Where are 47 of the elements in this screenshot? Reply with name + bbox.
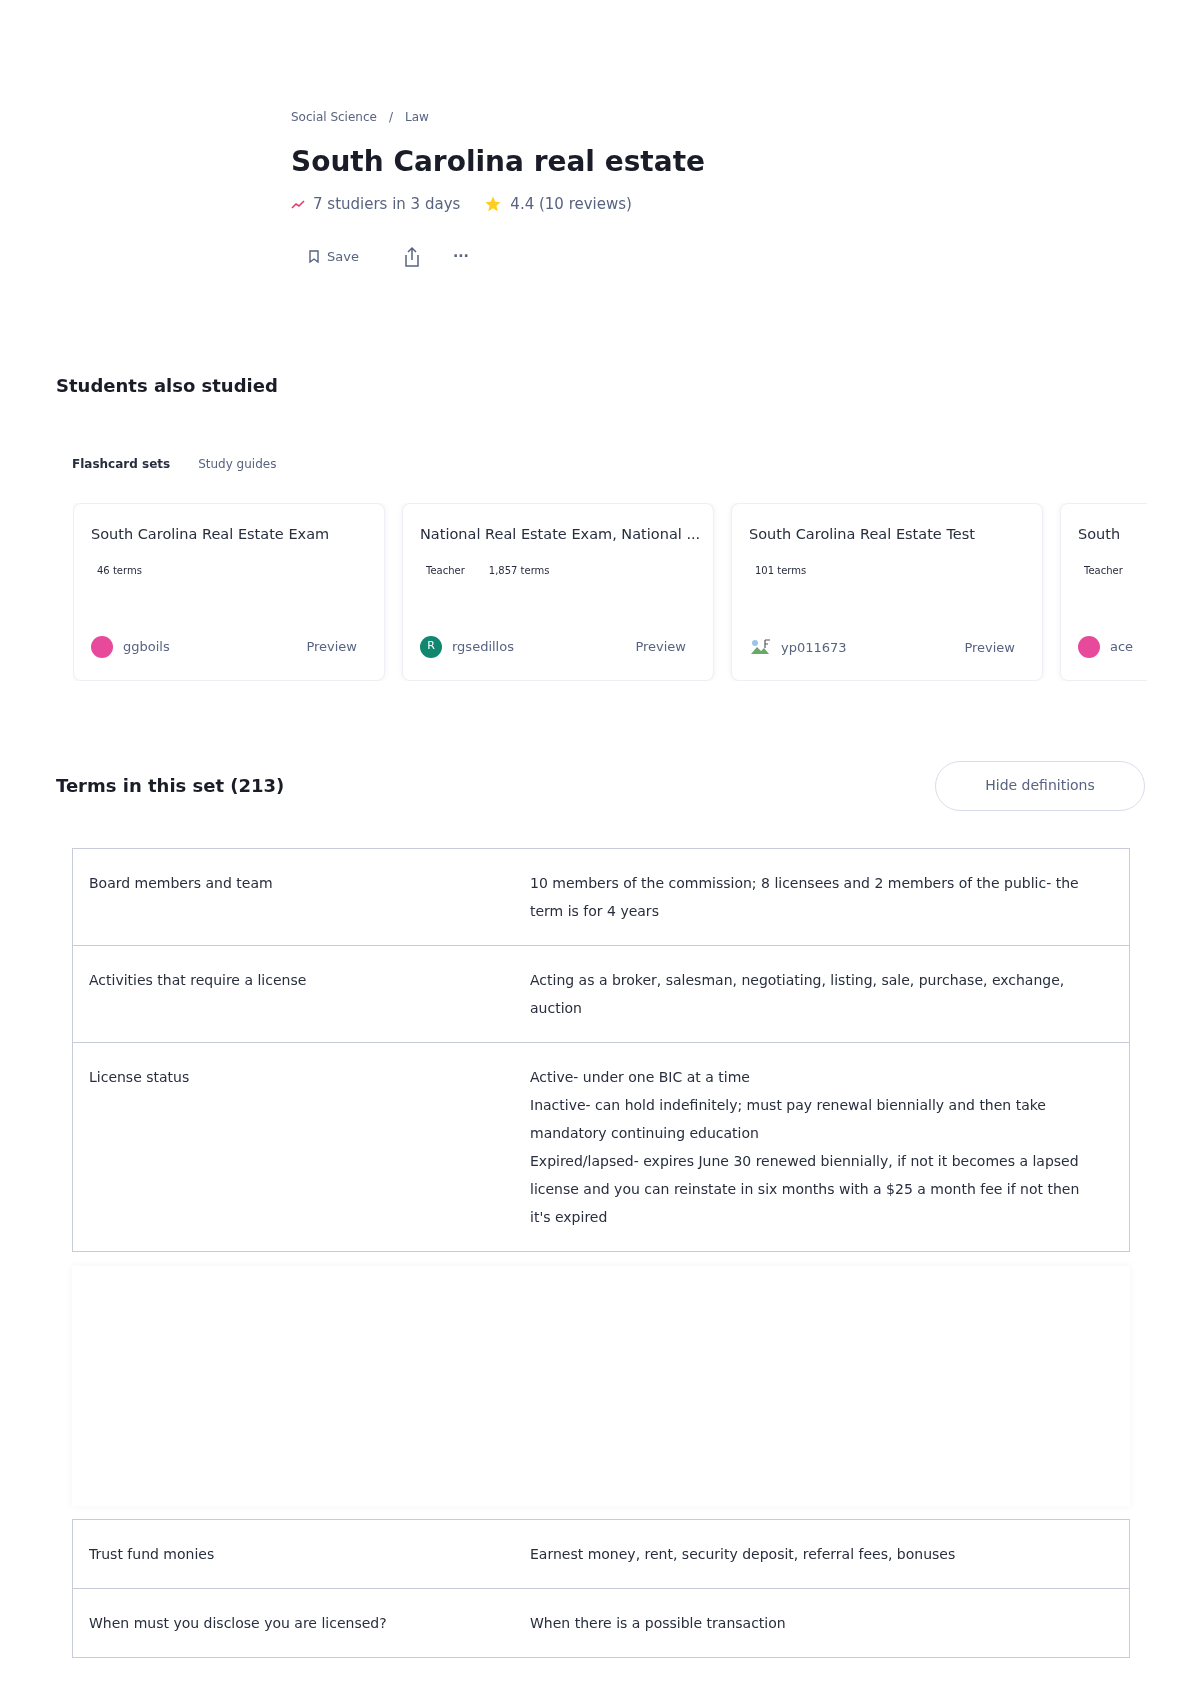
preview-button[interactable]: Preview	[635, 636, 686, 657]
avatar: R	[420, 635, 442, 658]
definition-text: When there is a possible transaction	[530, 1613, 787, 1633]
filter-tab[interactable]: Study guides	[198, 454, 277, 477]
share-icon	[402, 245, 421, 268]
teacher-label: Teacher	[1084, 564, 1123, 579]
term-count: 1,857 terms	[488, 564, 550, 579]
term-text: When must you disclose you are licensed?	[89, 1613, 388, 1633]
star-icon	[484, 195, 503, 214]
term-text: Activities that require a license	[89, 970, 308, 990]
page-title: South Carolina real estate	[291, 144, 706, 179]
save-button[interactable]: Save	[301, 242, 367, 271]
set-card[interactable]: South Carolina Real Estate Exam 46 terms ggboils Preview	[73, 502, 385, 681]
term-text: Trust fund monies	[89, 1544, 216, 1564]
preview-button[interactable]: Preview	[964, 637, 1015, 658]
filter-tab[interactable]: Flashcard sets	[72, 454, 171, 477]
section-heading: Students also studied	[56, 373, 279, 398]
term-count: 101 terms	[755, 564, 807, 579]
set-card[interactable]: South Carolina Real Estate Test 101 terms yp011673 Preview	[731, 502, 1043, 681]
username[interactable]: ggboils	[123, 636, 170, 657]
section-heading: Terms in this set (213)	[56, 774, 285, 798]
definition-text: Active- under one BIC at a time Inactive- can hold indefinitely; must pay renewal biennially and then take mandatory continuing education Expired/lapsed- expires June 30 renewed biennially, if not it becomes a lapsed license and you can reinstate in six months with a $25 a month fee if not then it's expired	[530, 1067, 1081, 1227]
term-text: License status	[89, 1067, 191, 1087]
card-title: South Carolina Real Estate Exam	[91, 524, 331, 544]
username[interactable]: ace	[1110, 636, 1134, 657]
rating-text: 4.4 (10 reviews)	[510, 194, 632, 215]
bookmark-icon	[309, 250, 319, 263]
breadcrumb-separator: /	[388, 109, 393, 126]
card-title: South Carolina Real Estate Test	[749, 524, 976, 544]
username[interactable]: rgsedillos	[452, 636, 514, 657]
card-title: South	[1078, 524, 1122, 544]
username[interactable]: yp011673	[781, 637, 847, 658]
teacher-label: Teacher	[426, 564, 465, 579]
studiers-count: 7 studiers in 3 days	[313, 194, 461, 215]
definition-text: Acting as a broker, salesman, negotiating, listing, sale, purchase, exchange, auction	[530, 970, 1066, 1018]
set-card[interactable]: National Real Estate Exam, National ... Teacher 1,857 terms R rgsedillos Preview	[402, 502, 714, 681]
preview-button[interactable]: Preview	[306, 636, 357, 657]
term-text: Board members and team	[89, 873, 274, 893]
trend-icon	[291, 199, 305, 210]
more-button[interactable]: ···	[444, 242, 477, 271]
hide-definitions-button[interactable]: Hide definitions	[935, 760, 1145, 811]
definition-text: 10 members of the commission; 8 licensees and 2 members of the public- the term is for 4 years	[530, 873, 1080, 921]
breadcrumb-link[interactable]: Social Science	[291, 108, 377, 126]
set-card[interactable]: South Teacher ace	[1060, 502, 1147, 681]
term-count: 46 terms	[97, 564, 142, 579]
breadcrumb-link[interactable]: Law	[404, 108, 429, 126]
definition-text: Earnest money, rent, security deposit, referral fees, bonuses	[530, 1544, 957, 1564]
